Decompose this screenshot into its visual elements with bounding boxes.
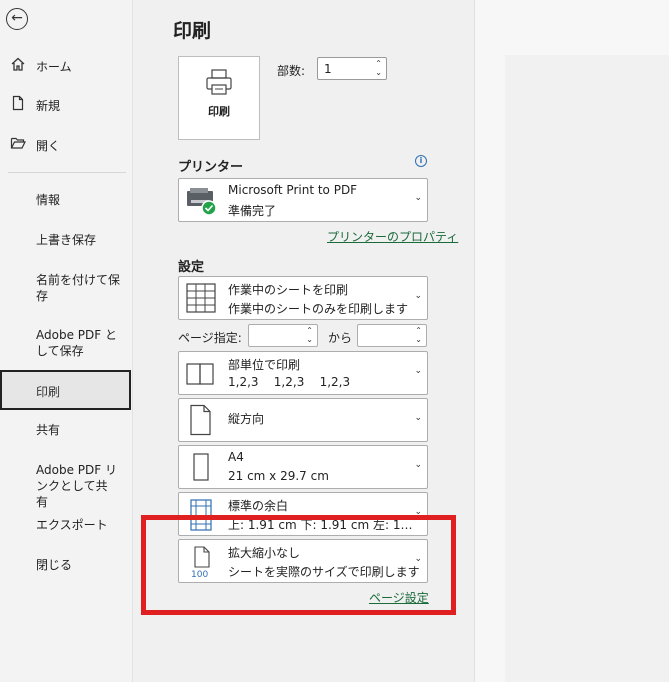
sidebar-item-open[interactable]: 開く <box>0 129 132 159</box>
sidebar-item-share[interactable]: 共有 <box>36 422 126 438</box>
sidebar-divider <box>8 172 126 173</box>
chevron-down-icon: ⌄ <box>414 413 422 423</box>
paper-size-dropdown[interactable]: A4 21 cm x 29.7 cm ⌄ <box>178 445 428 489</box>
orientation-dropdown[interactable]: 縦方向 ⌄ <box>178 398 428 442</box>
to-label: から <box>328 331 353 345</box>
printer-name: Microsoft Print to PDF <box>228 183 358 197</box>
sidebar-item-label: ホーム <box>36 60 72 74</box>
open-folder-icon <box>10 137 26 149</box>
printer-ready-icon <box>187 188 217 216</box>
chevron-down-icon: ⌄ <box>414 291 422 301</box>
info-icon[interactable]: i <box>415 155 427 167</box>
highlight-box <box>141 515 456 615</box>
margins-title: 標準の余白 <box>228 499 289 513</box>
pages-label: ページ指定: <box>178 331 242 345</box>
spin-arrows-icon[interactable]: ⌃ ⌄ <box>375 59 382 77</box>
sidebar-item-new[interactable]: 新規 <box>0 89 132 119</box>
backstage-sidebar: ← ホーム 新規 開く 情報 上書き保存 名前を付けて保存 Adobe PDF … <box>0 0 133 682</box>
sidebar-item-save[interactable]: 上書き保存 <box>36 232 126 248</box>
copies-value: 1 <box>324 62 332 76</box>
print-preview-page <box>505 55 669 682</box>
print-button-label: 印刷 <box>208 105 230 118</box>
sidebar-item-label: 新規 <box>36 99 61 113</box>
sidebar-item-info[interactable]: 情報 <box>36 192 126 208</box>
printer-icon <box>206 69 232 95</box>
orientation-title: 縦方向 <box>228 412 265 426</box>
sidebar-item-label: 印刷 <box>36 385 61 399</box>
printer-heading: プリンター <box>178 160 244 175</box>
copies-stepper[interactable]: 1 ⌃ ⌄ <box>317 57 387 80</box>
paper-size-icon <box>193 453 209 481</box>
portrait-page-icon <box>190 404 211 436</box>
back-arrow-icon[interactable]: ← <box>6 8 28 30</box>
sidebar-item-label: 開く <box>36 139 61 153</box>
copies-label: 部数: <box>277 64 306 78</box>
chevron-down-icon: ⌄ <box>414 366 422 376</box>
print-scope-title: 作業中のシートを印刷 <box>228 283 349 297</box>
sidebar-item-export[interactable]: エクスポート <box>36 517 126 533</box>
collate-dropdown[interactable]: 部単位で印刷 1,2,3 1,2,3 1,2,3 ⌄ <box>178 351 428 395</box>
printer-properties-link[interactable]: プリンターのプロパティ <box>327 228 458 245</box>
printer-status: 準備完了 <box>228 204 277 218</box>
sidebar-item-share-adobe-pdf-link[interactable]: Adobe PDF リンクとして共有 <box>36 462 118 510</box>
print-scope-dropdown[interactable]: 作業中のシートを印刷 作業中のシートのみを印刷します ⌄ <box>178 276 428 320</box>
page-title: 印刷 <box>173 20 212 42</box>
paper-size-desc: 21 cm x 29.7 cm <box>228 469 329 483</box>
page-from-input[interactable]: ⌃ ⌄ <box>248 324 318 347</box>
spin-arrows-icon[interactable]: ⌃ ⌄ <box>415 326 422 344</box>
page-to-input[interactable]: ⌃ ⌄ <box>357 324 427 347</box>
sheet-grid-icon <box>186 283 216 313</box>
sidebar-item-print[interactable]: 印刷 <box>0 370 131 410</box>
spin-arrows-icon[interactable]: ⌃ ⌄ <box>306 326 313 344</box>
paper-size-title: A4 <box>228 450 244 464</box>
chevron-down-icon: ⌄ <box>414 460 422 470</box>
collate-title: 部単位で印刷 <box>228 358 301 372</box>
sidebar-item-save-as-adobe-pdf[interactable]: Adobe PDF として保存 <box>36 327 118 359</box>
sidebar-item-save-as[interactable]: 名前を付けて保存 <box>36 272 120 304</box>
print-scope-desc: 作業中のシートのみを印刷します <box>228 302 409 316</box>
home-icon <box>11 57 25 71</box>
chevron-down-icon: ⌄ <box>414 193 422 203</box>
sidebar-item-close[interactable]: 閉じる <box>36 557 126 573</box>
collate-pages-icon <box>186 363 214 385</box>
new-document-icon <box>12 95 24 111</box>
sidebar-item-home[interactable]: ホーム <box>0 50 132 80</box>
settings-heading: 設定 <box>178 260 205 275</box>
printer-dropdown[interactable]: Microsoft Print to PDF 準備完了 ⌄ <box>178 178 428 222</box>
print-button[interactable]: 印刷 <box>178 56 260 140</box>
collate-desc: 1,2,3 1,2,3 1,2,3 <box>228 375 351 389</box>
